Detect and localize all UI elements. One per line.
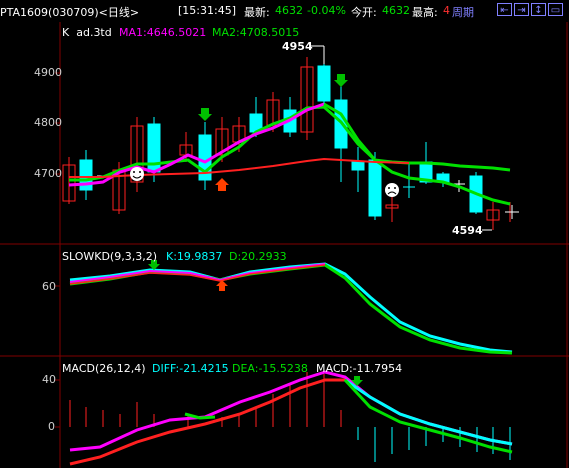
open-label: 今开: [351,6,377,19]
zoom-out-icon[interactable]: ▭ [548,3,563,16]
latest-label: 最新: [244,6,270,19]
down-arrow-icon [198,108,212,121]
sad-face-icon [385,183,399,197]
macd-value: MACD:-11.7954 [316,362,403,375]
y-tick-label: 4800 [34,116,62,129]
up-arrow-icon [215,178,229,191]
latest-value: 4632 [275,4,303,17]
ma1-value: MA1:4646.5021 [119,26,207,39]
clock-time: [15:31:45] [178,4,236,17]
macd-dea-down [343,378,513,454]
y-tick-label: 4900 [34,66,62,79]
down-arrow-icon [334,74,348,87]
kd-k-line [69,262,513,354]
macd-dea-line [69,378,345,466]
chart-canvas[interactable]: 4954 4594 [0,22,569,468]
high-marker: 4954 [282,40,313,53]
kd-title: SLOWKD(9,3,3,2) [62,250,158,263]
kd-d-value: D:20.2933 [229,250,287,263]
zoom-in-icon[interactable]: ↕ [531,3,546,16]
open-value: 4632 [382,4,410,17]
macd-diff-line [69,370,513,452]
quote-header-bar: PTA1609(030709)<日线> [15:31:45] 最新: 4632 … [0,0,569,22]
candles [62,57,511,230]
y-tick-label: 40 [42,373,56,386]
high-label: 最高: [412,6,438,19]
symbol-code: PTA1609(030709)<日线> [0,6,140,19]
macd-diff-down [344,378,513,446]
next-arrow-icon[interactable]: ⇥ [514,3,529,16]
period-button[interactable]: 周期 [452,4,474,20]
change-percent: -0.04% [307,4,346,17]
smile-icon [130,167,144,181]
y-tick-label: 4700 [34,167,62,180]
macd-dea-value: DEA:-15.5238 [232,362,308,375]
macd-title: MACD(26,12,4) [62,362,146,375]
y-tick-label: 60 [42,280,56,293]
macd-diff-value: DIFF:-21.4215 [152,362,229,375]
prev-arrow-icon[interactable]: ⇤ [497,3,512,16]
up-arrow-icon [216,280,228,291]
kd-k-value: K:19.9837 [166,250,223,263]
high-value: 4 [443,4,450,17]
kline-title: K ad.3td [62,26,112,39]
y-tick-label: 0 [48,420,55,433]
low-marker: 4594 [452,224,483,237]
ma2-value: MA2:4708.5015 [212,26,300,39]
